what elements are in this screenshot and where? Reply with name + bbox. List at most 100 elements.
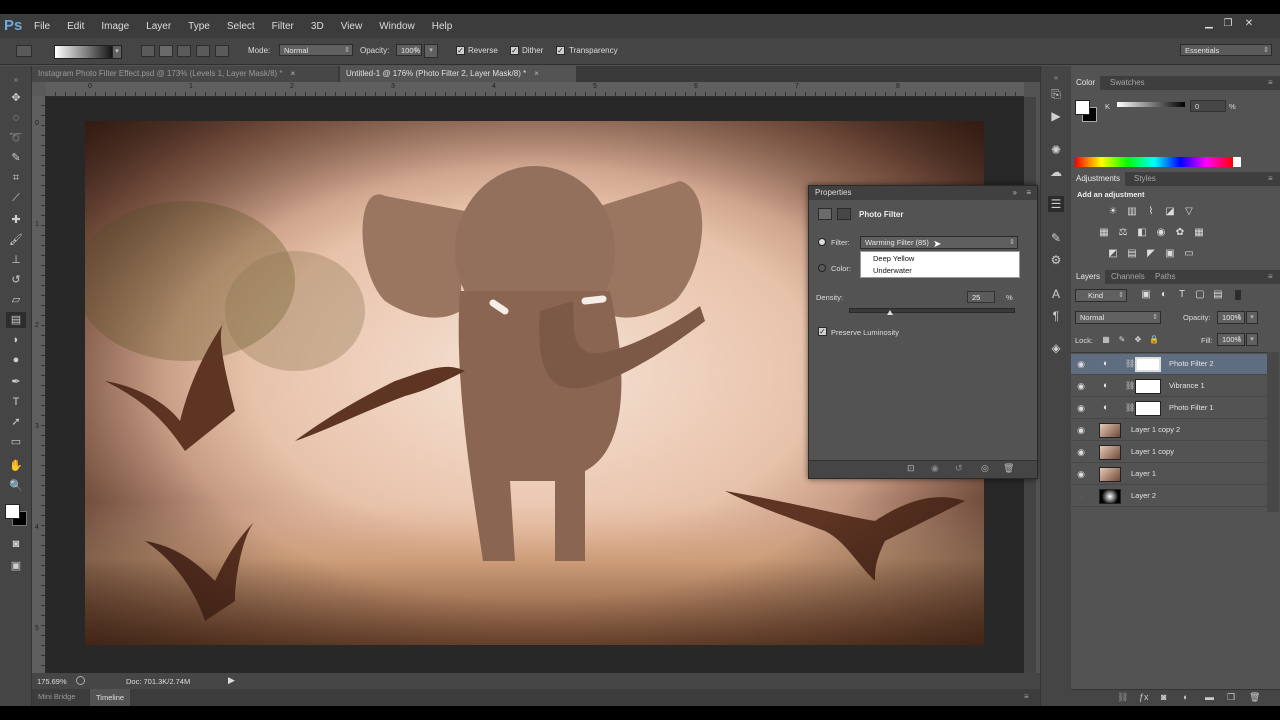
black-white-icon[interactable]: ◧ [1135, 227, 1149, 239]
histogram-panel-icon[interactable]: ☁ [1048, 164, 1064, 180]
properties-panel-icon[interactable]: ☰ [1048, 196, 1064, 212]
layer-name[interactable]: Photo Filter 2 [1169, 359, 1214, 368]
lock-all-icon[interactable]: 🔒 [1147, 334, 1161, 346]
density-input[interactable]: 25 [967, 291, 995, 303]
reset-icon[interactable]: ↺ [955, 463, 963, 474]
layer-row[interactable]: ◉ Layer 1 copy [1071, 442, 1267, 463]
new-group-icon[interactable]: ▬ [1205, 692, 1214, 702]
clip-to-layer-icon[interactable]: ⊡ [907, 463, 915, 474]
type-tool-icon[interactable]: T [6, 394, 26, 410]
shape-filter-icon[interactable]: ▢ [1193, 289, 1207, 301]
gradient-tool-preset-icon[interactable] [16, 45, 32, 57]
gradient-preview[interactable] [54, 45, 114, 59]
tab-mini-bridge[interactable]: Mini Bridge [38, 692, 76, 701]
eye-icon[interactable]: ◉ [1076, 381, 1086, 391]
adjustment-layer-icon[interactable] [818, 208, 832, 220]
mode-select[interactable]: Normal [279, 44, 353, 57]
density-slider-track[interactable] [849, 308, 1015, 313]
dock-collapse-icon[interactable]: « [1048, 70, 1064, 86]
tab-swatches[interactable]: Swatches [1105, 76, 1150, 90]
menu-view[interactable]: View [341, 21, 363, 32]
layer-opacity-input[interactable]: 100% [1217, 311, 1245, 324]
tab-channels[interactable]: Channels [1106, 270, 1150, 284]
spectrum-white[interactable] [1233, 157, 1241, 167]
menu-type[interactable]: Type [188, 21, 210, 32]
link-icon[interactable]: ⛓ [1125, 359, 1135, 368]
clone-source-icon[interactable]: ⚙ [1048, 252, 1064, 268]
status-info-icon[interactable] [76, 676, 85, 685]
panel-menu-icon[interactable]: ≡ [1024, 692, 1029, 701]
reverse-checkbox[interactable]: ✓ [456, 46, 465, 55]
channel-mixer-icon[interactable]: ✿ [1173, 227, 1187, 239]
exposure-icon[interactable]: ◪ [1163, 206, 1177, 218]
dodge-tool-icon[interactable]: ● [6, 352, 26, 368]
clone-stamp-tool-icon[interactable]: ⊥ [6, 252, 26, 268]
preserve-luminosity-checkbox[interactable]: ✓ [818, 327, 827, 336]
threshold-icon[interactable]: ◤ [1144, 248, 1158, 260]
transparency-checkbox[interactable]: ✓ [556, 46, 565, 55]
gradient-map-icon[interactable]: ▭ [1182, 248, 1196, 260]
quick-mask-icon[interactable]: ◙ [6, 536, 26, 552]
invert-icon[interactable]: ◩ [1106, 248, 1120, 260]
actions-panel-icon[interactable]: ▶ [1048, 108, 1064, 124]
panel-menu-icon[interactable]: ≡ [1263, 172, 1278, 186]
color-foreground-swatch[interactable] [1075, 100, 1090, 115]
pen-tool-icon[interactable]: ✒ [6, 374, 26, 390]
brightness-contrast-icon[interactable]: ☀ [1106, 206, 1120, 218]
layer-row[interactable]: ◉ ◐ ⛓ Vibrance 1 [1071, 376, 1267, 397]
panel-menu-icon[interactable]: ≡ [1263, 76, 1278, 90]
lock-position-icon[interactable]: ✥ [1131, 334, 1145, 346]
mask-icon[interactable] [837, 208, 851, 220]
selective-color-icon[interactable]: ▣ [1163, 248, 1177, 260]
link-icon[interactable]: ⛓ [1125, 381, 1135, 390]
color-balance-icon[interactable]: ⚖ [1116, 227, 1130, 239]
dropdown-item-underwater[interactable]: Underwater [873, 266, 912, 275]
layer-thumbnail[interactable] [1099, 489, 1121, 504]
layer-row[interactable]: ◉ Layer 1 [1071, 464, 1267, 485]
eye-icon[interactable]: ◉ [1076, 403, 1086, 413]
linear-gradient-icon[interactable] [141, 45, 155, 57]
vibrance-icon[interactable]: ▽ [1182, 206, 1196, 218]
paragraph-panel-icon[interactable]: ¶ [1048, 308, 1064, 324]
menu-file[interactable]: File [34, 21, 50, 32]
brush-tool-icon[interactable]: 🖌 [6, 232, 26, 248]
restore-icon[interactable]: ❐ [1221, 18, 1235, 30]
delete-icon[interactable]: 🗑 [1003, 463, 1014, 474]
status-menu-arrow-icon[interactable]: ▶ [228, 675, 235, 686]
minimize-icon[interactable]: ▁ [1202, 18, 1216, 30]
chevron-down-icon[interactable]: ▾ [112, 45, 122, 59]
properties-header[interactable]: Properties » ≡ [809, 186, 1037, 200]
reflected-gradient-icon[interactable] [196, 45, 210, 57]
foreground-color-swatch[interactable] [5, 504, 20, 519]
tab-paths[interactable]: Paths [1150, 270, 1180, 284]
dropdown-item-deep-yellow[interactable]: Deep Yellow [873, 254, 914, 263]
character-panel-icon[interactable]: A [1048, 286, 1064, 302]
menu-window[interactable]: Window [379, 21, 415, 32]
layer-row[interactable]: ◉ ◐ ⛓ Photo Filter 1 [1071, 398, 1267, 419]
panel-menu-icon[interactable]: ≡ [1026, 186, 1031, 200]
visibility-icon[interactable]: ◎ [981, 463, 989, 474]
link-layers-icon[interactable]: ⛓ [1117, 692, 1128, 703]
delete-layer-icon[interactable]: 🗑 [1249, 692, 1260, 703]
new-layer-icon[interactable]: ❐ [1227, 692, 1235, 703]
layer-mask-thumbnail[interactable] [1135, 401, 1161, 416]
tab-untitled-1[interactable]: Untitled-1 @ 176% (Photo Filter 2, Layer… [340, 66, 576, 82]
color-lookup-icon[interactable]: ▦ [1192, 227, 1206, 239]
posterize-icon[interactable]: ▤ [1125, 248, 1139, 260]
layer-thumbnail[interactable] [1099, 445, 1121, 460]
brush-presets-icon[interactable]: ✎ [1048, 230, 1064, 246]
layer-name[interactable]: Layer 1 copy 2 [1131, 425, 1180, 434]
close-tab-icon[interactable]: × [534, 69, 539, 78]
tab-styles[interactable]: Styles [1129, 172, 1161, 186]
add-mask-icon[interactable]: ◙ [1161, 692, 1166, 702]
layers-scrollbar[interactable] [1267, 352, 1279, 512]
menu-image[interactable]: Image [101, 21, 129, 32]
eyedropper-tool-icon[interactable]: ⟋ [6, 190, 26, 206]
dither-checkbox[interactable]: ✓ [510, 46, 519, 55]
close-icon[interactable]: ✕ [1242, 18, 1256, 30]
navigator-panel-icon[interactable]: ✺ [1048, 142, 1064, 158]
zoom-level[interactable]: 175.69% [37, 677, 67, 686]
adjustment-filter-icon[interactable]: ◐ [1157, 289, 1171, 301]
layer-name[interactable]: Layer 1 [1131, 469, 1156, 478]
eye-icon[interactable]: ◉ [1076, 469, 1086, 479]
